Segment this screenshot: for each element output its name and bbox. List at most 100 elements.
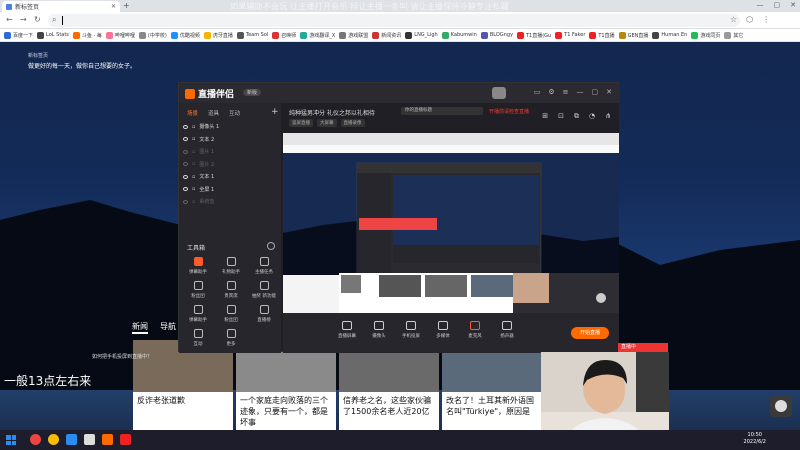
tab-news[interactable]: 新闻	[132, 321, 148, 334]
tab-interact[interactable]: 互动	[229, 109, 240, 117]
maximize-icon[interactable]: ▢	[774, 1, 781, 9]
bookmark-star-icon[interactable]: ☆	[730, 15, 737, 24]
reload-icon[interactable]: ↻	[34, 15, 41, 24]
bookmark-item[interactable]: Team Sol	[236, 31, 268, 39]
minimize-icon[interactable]: —	[757, 1, 764, 9]
bookmark-item[interactable]: 百度一下	[4, 31, 33, 39]
app-maximize-icon[interactable]: ▢	[592, 88, 599, 96]
scene-layer[interactable]: ▫ 文本 1	[183, 171, 277, 182]
bookmark-item[interactable]: 召唤师	[272, 31, 296, 39]
start-icon[interactable]	[6, 435, 16, 445]
visibility-eye-icon[interactable]	[183, 137, 188, 141]
lock-layer-icon[interactable]: ▫	[192, 199, 195, 205]
lock-layer-icon[interactable]: ▫	[192, 136, 195, 142]
bookmark-item[interactable]: 优酷视频	[170, 31, 200, 39]
bookmark-item[interactable]: 新闻资讯	[372, 31, 401, 39]
avatar[interactable]	[492, 87, 506, 99]
bookmark-item[interactable]: LNG_Ligh	[405, 31, 438, 39]
bookmark-item[interactable]: 虎牙直播	[203, 31, 233, 39]
scene-layer[interactable]: ▫ 全屏 1	[183, 184, 277, 195]
lock-layer-icon[interactable]: ▫	[192, 149, 195, 155]
toolbox-tool[interactable]: 直播榜	[249, 305, 279, 331]
bookmark-item[interactable]: 其它	[724, 31, 743, 39]
stream-control-button[interactable]: 多媒体	[429, 321, 457, 339]
settings-icon[interactable]: ⚙	[548, 88, 554, 96]
visibility-eye-icon[interactable]	[183, 187, 188, 191]
gift-icon[interactable]: ⊞	[542, 112, 548, 121]
toolbox-tool[interactable]: 弹幕助手	[183, 257, 213, 283]
toolbox-tool[interactable]: 抽奖 新功能	[249, 281, 279, 307]
tab-navigation[interactable]: 导航	[160, 321, 176, 334]
news-card[interactable]: 信养老之名，这些家伙骗了1500余名老人近20亿	[339, 340, 439, 430]
stream-control-button[interactable]: 手机投屏	[397, 321, 425, 339]
streaming-app-icon[interactable]	[102, 434, 113, 445]
stream-control-button[interactable]: 摄像头	[365, 321, 393, 339]
cast-tip[interactable]: 如何把手机投屏到直播中？	[92, 353, 152, 360]
bookmark-item[interactable]: T1直播(Gu	[516, 31, 551, 39]
address-bar[interactable]: ⌕	[48, 14, 740, 27]
share-icon[interactable]: ⋔	[605, 112, 611, 121]
bookmark-item[interactable]: GEN直播	[618, 31, 648, 39]
toolbox-tool[interactable]: 弹幕助手	[183, 305, 213, 331]
lock-layer-icon[interactable]: ▫	[192, 174, 195, 180]
bookmark-item[interactable]: 游戏翻译_X	[300, 31, 335, 39]
visibility-eye-icon[interactable]	[183, 149, 188, 154]
tab-props[interactable]: 道具	[208, 109, 219, 117]
file-icon[interactable]	[84, 434, 95, 445]
stream-control-button[interactable]: 扬声器	[493, 321, 521, 339]
toolbox-tool[interactable]: 粉丝团	[216, 305, 246, 331]
stream-control-button[interactable]: 直播屏幕	[333, 321, 361, 339]
scene-layer[interactable]: ▫ 文本 2	[183, 134, 277, 145]
scene-layer[interactable]: ▫ 图片 1	[183, 146, 277, 157]
message-icon[interactable]: ▭	[534, 88, 541, 96]
title-input[interactable]: 你的直播标题	[401, 107, 483, 115]
lock-layer-icon[interactable]: ▫	[192, 161, 195, 167]
mode-tag[interactable]: 直播录像	[340, 119, 365, 127]
bookmark-item[interactable]: 斗鱼 - 每	[72, 31, 102, 39]
bookmark-item[interactable]: Kabumwin	[441, 31, 477, 39]
bookmark-item[interactable]: BLOGngy	[480, 31, 513, 39]
scene-layer[interactable]: ▫ 图片 2	[183, 159, 277, 170]
browser-tab[interactable]: 新标签页 ✕	[2, 1, 120, 12]
mode-tag[interactable]: 竖屏直播	[289, 119, 313, 127]
bookmark-item[interactable]: T1 Faker	[555, 31, 585, 39]
add-source-icon[interactable]: +	[271, 107, 279, 117]
bookmark-item[interactable]: Human En	[652, 31, 687, 39]
copy-icon[interactable]: ⧉	[574, 112, 579, 121]
mode-tag[interactable]: 大屏幕	[317, 119, 337, 127]
bookmark-item[interactable]: 游戏同页	[691, 31, 720, 39]
scene-layer[interactable]: ▫ 摄像头 1	[183, 121, 277, 132]
bookmark-item[interactable]: LoL Stats	[37, 31, 69, 39]
media-icon[interactable]	[120, 434, 131, 445]
lock-layer-icon[interactable]: ▫	[192, 124, 195, 130]
bookmark-item[interactable]: 哔哩哔哩	[105, 31, 135, 39]
visibility-eye-icon[interactable]	[183, 124, 188, 129]
visibility-eye-icon[interactable]	[183, 162, 188, 166]
visibility-eye-icon[interactable]	[183, 174, 188, 179]
toolbox-tool[interactable]: 贵宾席	[216, 281, 246, 307]
back-icon[interactable]: ←	[6, 15, 13, 24]
bookmark-item[interactable]: 游戏联盟	[339, 31, 368, 39]
news-card[interactable]: 一个家庭走向败落的三个迹象，只要有一个，都是坏事	[236, 340, 336, 430]
bookmark-item[interactable]: T1直播	[589, 31, 615, 39]
toolbox-tool[interactable]: 粉丝团	[183, 281, 213, 307]
extensions-icon[interactable]: ⬡	[746, 15, 753, 24]
toolbox-tool[interactable]: 互动	[183, 329, 213, 355]
app-minimize-icon[interactable]: —	[577, 88, 584, 96]
explorer-icon[interactable]	[66, 434, 77, 445]
app-close-icon[interactable]: ✕	[606, 88, 612, 96]
go-live-button[interactable]: 开始直播	[571, 327, 609, 339]
lock-layer-icon[interactable]: ▫	[192, 186, 195, 192]
scene-layer[interactable]: ▫ 系统音	[183, 196, 277, 207]
toolbox-tool[interactable]: 更多	[216, 329, 246, 355]
bookmark-item[interactable]: (中学校)	[138, 31, 167, 39]
bell-icon[interactable]: ◔	[589, 112, 595, 121]
menu-icon[interactable]: ⋮	[762, 15, 770, 24]
toolbox-tool[interactable]: 礼物助手	[216, 257, 246, 283]
chrome-icon[interactable]	[48, 434, 59, 445]
tab-scene[interactable]: 场景	[187, 109, 198, 117]
stream-control-button[interactable]: 麦克风	[461, 321, 489, 339]
close-tab-icon[interactable]: ✕	[111, 3, 116, 10]
toolbox-more-icon[interactable]	[267, 242, 275, 250]
lock-icon[interactable]: ⊡	[558, 112, 564, 121]
